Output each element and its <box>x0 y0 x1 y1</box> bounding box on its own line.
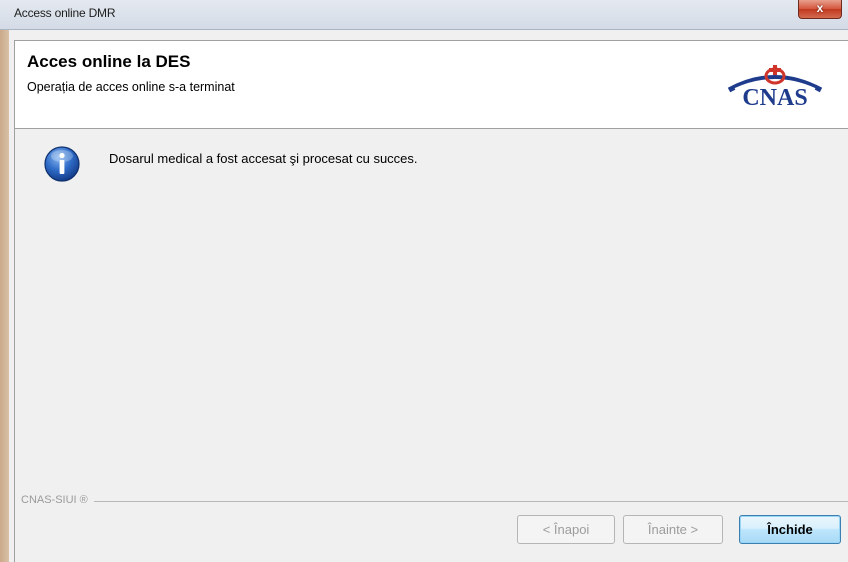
page-title: Acces online la DES <box>27 52 191 71</box>
next-button[interactable]: Înainte > <box>623 515 723 544</box>
back-button[interactable]: < Înapoi <box>517 515 615 544</box>
cnas-logo: CNAS <box>723 63 827 113</box>
window-title: Access online DMR <box>14 6 116 20</box>
footer-separator: CNAS-SIUI ® <box>21 494 848 508</box>
footer-label: CNAS-SIUI ® <box>21 494 94 506</box>
title-bar[interactable]: Access online DMR x <box>0 0 848 30</box>
divider <box>21 501 848 502</box>
close-button[interactable]: Închide <box>739 515 841 544</box>
close-icon: x <box>816 1 824 15</box>
message-text: Dosarul medical a fost accesat şi proces… <box>109 151 418 166</box>
close-window-button[interactable]: x <box>798 0 842 19</box>
info-icon <box>44 146 80 182</box>
page-subtitle: Operația de acces online s-a terminat <box>27 80 235 94</box>
wizard-window: Access online DMR x Acces online la DES … <box>0 0 848 562</box>
wizard-client-area: Acces online la DES Operația de acces on… <box>14 40 848 562</box>
logo-text: CNAS <box>742 85 808 111</box>
header-panel: Acces online la DES Operația de acces on… <box>15 41 848 129</box>
window-frame <box>0 30 9 562</box>
